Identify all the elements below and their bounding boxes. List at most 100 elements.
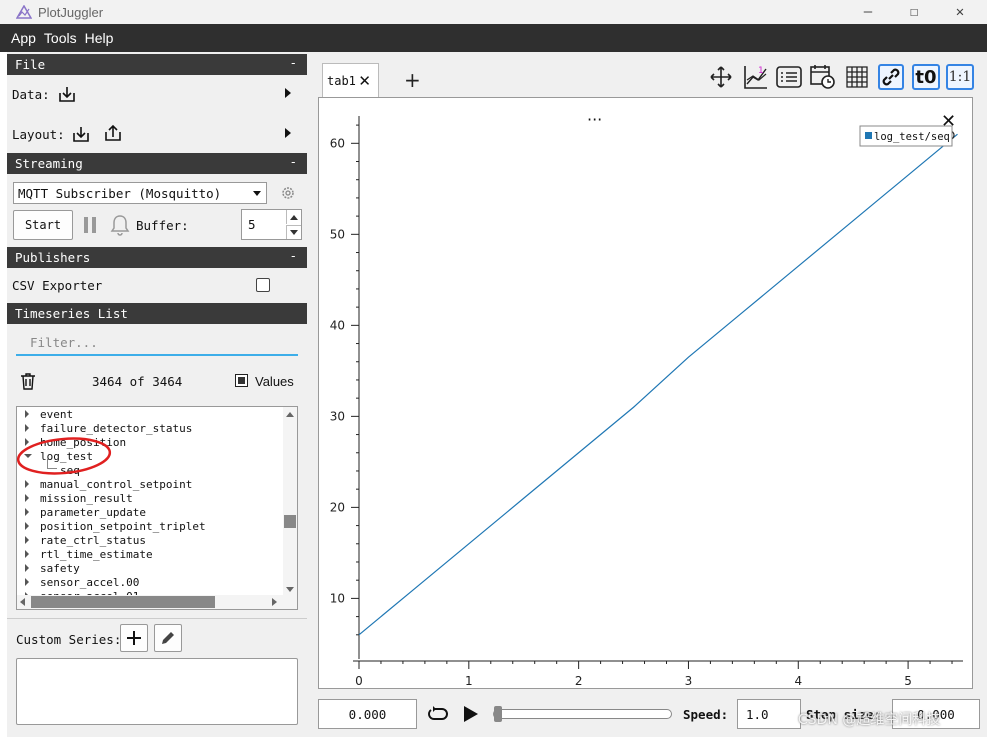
play-icon[interactable] — [463, 705, 479, 723]
timeseries-section-header: Timeseries List — [7, 303, 307, 324]
buffer-value: 5 — [248, 217, 256, 232]
minimize-button[interactable]: — — [845, 0, 891, 24]
trash-icon[interactable] — [20, 372, 36, 390]
plus-icon — [127, 631, 141, 645]
y-tick-label: 50 — [330, 227, 345, 241]
buffer-spinbox[interactable]: 5 — [241, 209, 302, 240]
t0-label: t0 — [915, 66, 937, 88]
grid-icon[interactable] — [844, 64, 870, 90]
expand-arrow-icon[interactable] — [25, 522, 29, 530]
timeseries-section-title: Timeseries List — [15, 306, 128, 321]
y-tick-label: 10 — [330, 591, 345, 605]
scroll-up-icon[interactable] — [286, 412, 294, 417]
loop-icon[interactable] — [427, 706, 449, 722]
load-layout-icon[interactable] — [72, 125, 90, 143]
values-checkbox[interactable] — [235, 374, 248, 387]
tab-tab1[interactable]: tab1 ✕ — [322, 63, 379, 97]
filter-input[interactable]: Filter... — [16, 330, 298, 356]
legend-label: log_test/seq — [874, 131, 950, 143]
tree-branch-line — [47, 459, 57, 469]
bell-icon[interactable] — [110, 214, 130, 236]
add-tab-button[interactable]: + — [404, 68, 421, 92]
publishers-section-title: Publishers — [15, 250, 91, 265]
scroll-left-icon[interactable] — [20, 598, 25, 606]
x-tick-label: 4 — [794, 674, 802, 688]
load-data-icon[interactable] — [58, 85, 76, 103]
y-tick-label: 60 — [330, 136, 345, 150]
time-slider[interactable] — [493, 706, 672, 722]
close-tab-icon[interactable]: ✕ — [358, 72, 371, 90]
y-tick-label: 30 — [330, 409, 345, 423]
speed-spinbox[interactable]: 1.0 — [737, 699, 801, 729]
move-icon[interactable] — [708, 64, 734, 90]
x-tick-label: 2 — [575, 674, 583, 688]
menu-help[interactable]: Help — [85, 30, 114, 46]
line-chart: 10 20 30 40 50 60 0 1 2 3 4 5 log_test/seq — [330, 116, 963, 688]
publishers-section-header[interactable]: Publishers - — [7, 247, 307, 268]
file-collapse-button[interactable]: - — [289, 55, 297, 70]
tree-vertical-scrollbar[interactable] — [283, 407, 297, 597]
expand-arrow-icon[interactable] — [25, 410, 29, 418]
timeseries-tree: event failure_detector_status home_posit… — [16, 406, 298, 610]
layout-label: Layout: — [12, 127, 65, 142]
publishers-collapse-button[interactable]: - — [289, 248, 297, 263]
csv-exporter-checkbox[interactable] — [256, 278, 270, 292]
slider-handle[interactable] — [494, 706, 502, 722]
link-icon[interactable] — [878, 64, 904, 90]
expand-arrow-icon[interactable] — [25, 508, 29, 516]
playback-bar: 0.000 Speed: 1.0 Step size: 0.000 CSDN @… — [307, 695, 987, 737]
file-section-header[interactable]: File - — [7, 54, 307, 75]
time-tracker-icon[interactable] — [810, 64, 836, 90]
gear-icon[interactable] — [280, 185, 296, 201]
expand-arrow-icon[interactable] — [25, 564, 29, 572]
legend-icon[interactable] — [776, 64, 802, 90]
streaming-section-header[interactable]: Streaming - — [7, 153, 307, 174]
menu-tools[interactable]: Tools — [44, 30, 77, 46]
maximize-button[interactable]: ☐ — [891, 0, 937, 24]
data-menu-arrow-icon[interactable] — [285, 88, 291, 98]
scroll-right-icon[interactable] — [272, 598, 277, 606]
edit-custom-series-button[interactable] — [154, 624, 182, 652]
horizontal-scroll-thumb[interactable] — [31, 596, 215, 608]
streaming-collapse-button[interactable]: - — [289, 154, 297, 169]
csv-exporter-label: CSV Exporter — [12, 278, 103, 293]
expand-arrow-icon[interactable] — [25, 494, 29, 502]
expand-arrow-icon[interactable] — [25, 438, 29, 446]
pause-icon[interactable] — [83, 216, 97, 234]
streaming-section-title: Streaming — [15, 156, 83, 171]
streaming-source-value: MQTT Subscriber (Mosquitto) — [18, 185, 222, 201]
buffer-label: Buffer: — [136, 218, 189, 233]
tree-horizontal-scrollbar[interactable] — [17, 595, 297, 609]
streaming-source-select[interactable]: MQTT Subscriber (Mosquitto) — [13, 182, 267, 204]
expand-arrow-icon[interactable] — [25, 550, 29, 558]
buffer-down-button[interactable] — [286, 225, 301, 239]
custom-series-list[interactable] — [16, 658, 298, 725]
layout-menu-arrow-icon[interactable] — [285, 128, 291, 138]
ratio-icon[interactable]: 1:1 — [946, 64, 974, 90]
add-custom-series-button[interactable] — [120, 624, 148, 652]
collapse-arrow-icon[interactable] — [24, 454, 32, 458]
time-zero-icon[interactable]: t0 — [912, 64, 940, 90]
expand-arrow-icon[interactable] — [25, 424, 29, 432]
save-layout-icon[interactable] — [104, 124, 122, 142]
scroll-down-icon[interactable] — [286, 587, 294, 592]
menu-app[interactable]: App — [11, 30, 36, 46]
close-window-button[interactable]: ✕ — [937, 0, 983, 24]
series-count: 3464 of 3464 — [92, 374, 183, 389]
filter-placeholder: Filter... — [30, 334, 98, 350]
start-button[interactable]: Start — [13, 210, 73, 240]
expand-arrow-icon[interactable] — [25, 480, 29, 488]
divider — [7, 618, 307, 619]
expand-arrow-icon[interactable] — [25, 578, 29, 586]
right-panel: tab1 ✕ + 1 t0 1:1 ··· ✕ 10 20 30 40 50 60 0 1 2 3… — [307, 52, 987, 737]
pencil-icon — [162, 632, 174, 644]
scroll-thumb[interactable] — [284, 515, 296, 528]
zoom-y-icon[interactable]: 1 — [742, 64, 768, 90]
svg-text:1: 1 — [758, 66, 764, 76]
expand-arrow-icon[interactable] — [25, 536, 29, 544]
watermark: CSDN @超维空间科技 — [798, 712, 941, 728]
buffer-up-button[interactable] — [286, 210, 301, 224]
chevron-down-icon — [253, 191, 261, 196]
time-display[interactable]: 0.000 — [318, 699, 417, 729]
plot-area[interactable]: ··· ✕ 10 20 30 40 50 60 0 1 2 3 4 5 log_test/seq — [318, 97, 973, 689]
